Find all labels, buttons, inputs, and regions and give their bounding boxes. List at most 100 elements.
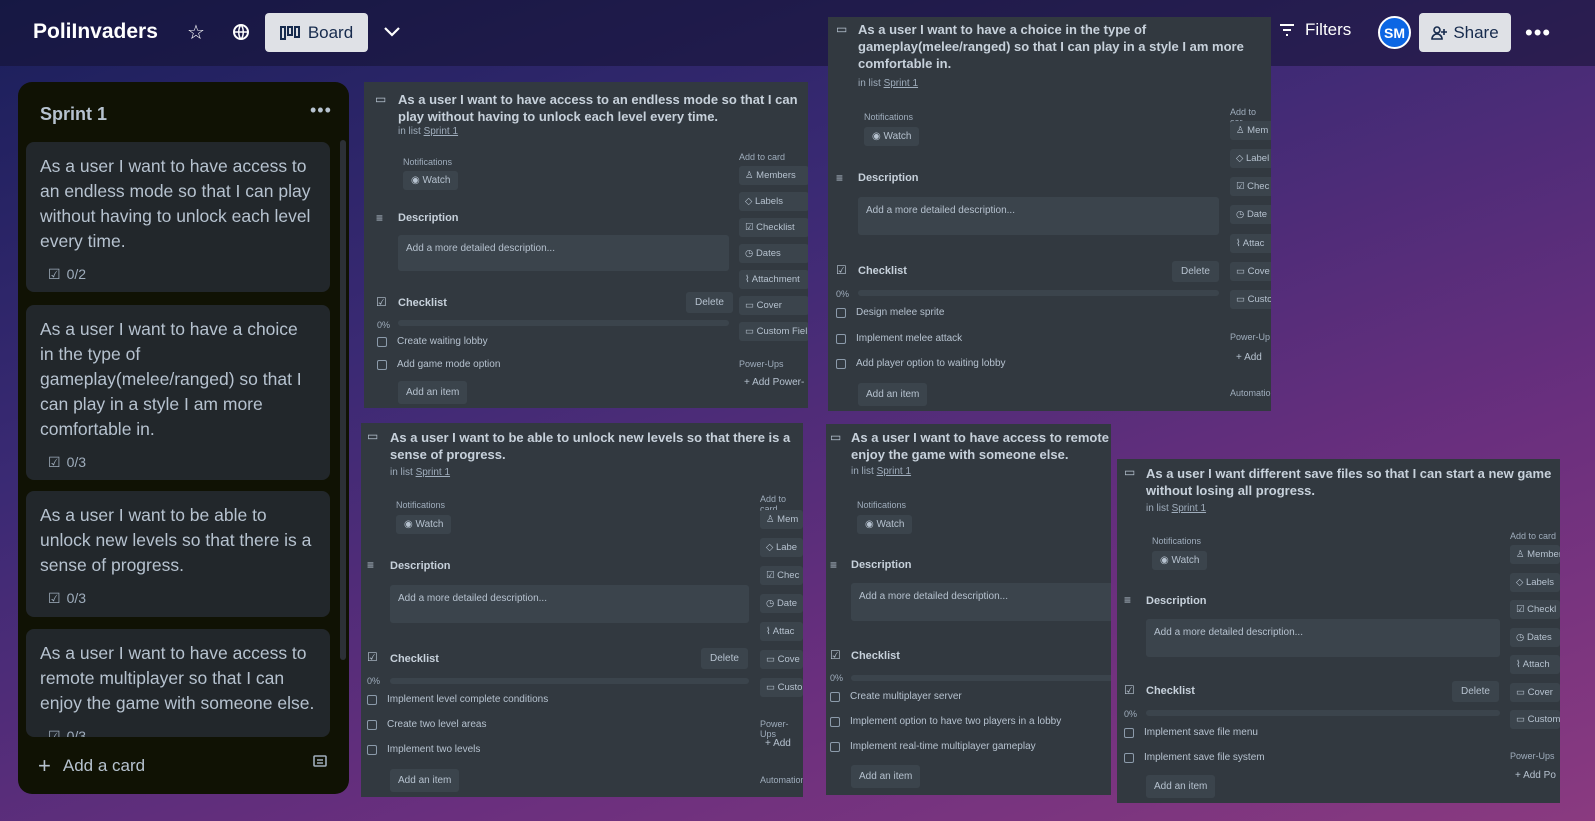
add-item-button[interactable]: Add an item bbox=[398, 381, 468, 404]
checklist-button[interactable]: ☑ Chec bbox=[760, 566, 803, 585]
description-input[interactable]: Add a more detailed description... bbox=[398, 235, 729, 271]
attachment-button[interactable]: ⌇ Attac bbox=[1230, 234, 1271, 253]
add-item-button[interactable]: Add an item bbox=[390, 769, 460, 792]
cover-button[interactable]: ▭ Cover bbox=[739, 296, 808, 315]
checkbox[interactable] bbox=[377, 359, 387, 370]
checklist-button[interactable]: ☑ Checkl bbox=[1510, 600, 1560, 619]
delete-checklist-button[interactable]: Delete bbox=[701, 648, 748, 669]
checklist-item[interactable]: Implement save file system bbox=[1124, 752, 1265, 763]
card-detail-title[interactable]: As a user I want to have access to an en… bbox=[398, 91, 803, 125]
custom-fields-button[interactable]: ▭ Custo bbox=[760, 678, 803, 697]
list-link[interactable]: Sprint 1 bbox=[884, 78, 918, 89]
cover-button[interactable]: ▭ Cove bbox=[760, 650, 803, 669]
chevron-down-icon[interactable] bbox=[380, 20, 404, 44]
members-button[interactable]: ♙ Mem bbox=[760, 510, 803, 529]
watch-button[interactable]: ◉ Watch bbox=[864, 127, 920, 146]
list-link[interactable]: Sprint 1 bbox=[1172, 503, 1206, 514]
cover-button[interactable]: ▭ Cove bbox=[1230, 262, 1271, 281]
checklist-item[interactable]: Implement option to have two players in … bbox=[830, 716, 1061, 727]
watch-button[interactable]: ◉ Watch bbox=[857, 515, 913, 534]
members-button[interactable]: ♙ Mem bbox=[1230, 121, 1271, 140]
list-link[interactable]: Sprint 1 bbox=[877, 466, 911, 477]
board-view-button[interactable]: Board bbox=[265, 13, 368, 52]
checkbox[interactable] bbox=[836, 333, 846, 344]
board-title[interactable]: PoliInvaders bbox=[33, 20, 158, 44]
card-detail-title[interactable]: As a user I want different save files so… bbox=[1146, 465, 1556, 499]
filters-button[interactable]: Filters bbox=[1279, 20, 1351, 40]
more-options-icon[interactable]: ••• bbox=[1525, 20, 1551, 46]
checklist-item[interactable]: Add player option to waiting lobby bbox=[836, 358, 1006, 369]
dates-button[interactable]: ◷ Date bbox=[760, 594, 803, 613]
checkbox[interactable] bbox=[1124, 727, 1134, 738]
card-detail-title[interactable]: As a user I want to have a choice in the… bbox=[858, 21, 1263, 72]
checklist-item[interactable]: Create waiting lobby bbox=[377, 336, 488, 347]
list-card[interactable]: As a user I want to be able to unlock ne… bbox=[26, 491, 330, 617]
custom-fields-button[interactable]: ▭ Custom bbox=[1510, 710, 1560, 729]
list-card[interactable]: As a user I want to have access to remot… bbox=[26, 629, 330, 737]
description-input[interactable]: Add a more detailed description... bbox=[390, 585, 749, 623]
checklist-item[interactable]: Implement level complete conditions bbox=[367, 694, 548, 705]
checklist-item[interactable]: Implement two levels bbox=[367, 744, 480, 755]
watch-button[interactable]: ◉ Watch bbox=[403, 171, 459, 190]
dates-button[interactable]: ◷ Dates bbox=[1510, 628, 1560, 647]
dates-button[interactable]: ◷ Dates bbox=[739, 244, 808, 263]
checklist-item[interactable]: Implement melee attack bbox=[836, 333, 962, 344]
checklist-item[interactable]: Design melee sprite bbox=[836, 307, 944, 318]
add-item-button[interactable]: Add an item bbox=[858, 383, 928, 406]
attachment-button[interactable]: ⌇ Attachment bbox=[739, 270, 808, 289]
custom-fields-button[interactable]: ▭ Custom Fiel bbox=[739, 322, 808, 341]
labels-button[interactable]: ◇ Labe bbox=[760, 538, 803, 557]
card-detail-title[interactable]: As a user I want to have access to remot… bbox=[851, 429, 1111, 463]
custom-fields-button[interactable]: ▭ Custo bbox=[1230, 290, 1271, 309]
delete-checklist-button[interactable]: Delete bbox=[1172, 261, 1219, 282]
checklist-item[interactable]: Implement real-time multiplayer gameplay bbox=[830, 741, 1036, 752]
add-power-up-button[interactable]: + Add bbox=[1236, 352, 1262, 363]
checkbox[interactable] bbox=[367, 719, 377, 730]
star-icon[interactable]: ☆ bbox=[184, 20, 208, 44]
globe-icon[interactable] bbox=[229, 20, 253, 44]
checkbox[interactable] bbox=[1124, 752, 1134, 763]
checkbox[interactable] bbox=[367, 744, 377, 755]
list-scrollbar[interactable] bbox=[340, 140, 346, 660]
avatar[interactable]: SM bbox=[1378, 16, 1411, 49]
members-button[interactable]: ♙ Members bbox=[1510, 545, 1560, 564]
members-button[interactable]: ♙ Members bbox=[739, 166, 808, 185]
attachment-button[interactable]: ⌇ Attach bbox=[1510, 655, 1560, 674]
watch-button[interactable]: ◉ Watch bbox=[1152, 551, 1208, 570]
card-detail-title[interactable]: As a user I want to be able to unlock ne… bbox=[390, 429, 800, 463]
description-input[interactable]: Add a more detailed description... bbox=[858, 197, 1219, 235]
list-title[interactable]: Sprint 1 bbox=[40, 104, 107, 125]
checkbox[interactable] bbox=[367, 694, 377, 705]
list-card[interactable]: As a user I want to have a choice in the… bbox=[26, 305, 330, 480]
add-card-button[interactable]: + Add a card bbox=[38, 753, 145, 779]
delete-checklist-button[interactable]: Delete bbox=[1452, 681, 1499, 702]
labels-button[interactable]: ◇ Labels bbox=[1510, 573, 1560, 592]
list-link[interactable]: Sprint 1 bbox=[416, 467, 450, 478]
list-card[interactable]: As a user I want to have access to an en… bbox=[26, 142, 330, 292]
checkbox[interactable] bbox=[836, 358, 846, 369]
checklist-item[interactable]: Create multiplayer server bbox=[830, 691, 962, 702]
checklist-item[interactable]: Implement save file menu bbox=[1124, 727, 1258, 738]
dates-button[interactable]: ◷ Date bbox=[1230, 205, 1271, 224]
add-item-button[interactable]: Add an item bbox=[851, 765, 921, 788]
template-icon[interactable] bbox=[312, 753, 328, 774]
checkbox[interactable] bbox=[836, 307, 846, 318]
add-item-button[interactable]: Add an item bbox=[1146, 775, 1216, 798]
checkbox[interactable] bbox=[377, 336, 387, 347]
checklist-button[interactable]: ☑ Chec bbox=[1230, 177, 1271, 196]
attachment-button[interactable]: ⌇ Attac bbox=[760, 622, 803, 641]
delete-checklist-button[interactable]: Delete bbox=[686, 292, 733, 313]
labels-button[interactable]: ◇ Labels bbox=[739, 192, 808, 211]
cover-button[interactable]: ▭ Cover bbox=[1510, 683, 1560, 702]
share-button[interactable]: Share bbox=[1419, 13, 1511, 52]
add-power-up-button[interactable]: + Add bbox=[765, 738, 791, 749]
add-power-up-button[interactable]: + Add Power- bbox=[744, 377, 804, 388]
description-input[interactable]: Add a more detailed description... bbox=[851, 583, 1111, 621]
checklist-button[interactable]: ☑ Checklist bbox=[739, 218, 808, 237]
watch-button[interactable]: ◉ Watch bbox=[396, 515, 452, 534]
checkbox[interactable] bbox=[830, 691, 840, 702]
labels-button[interactable]: ◇ Label bbox=[1230, 149, 1271, 168]
checklist-item[interactable]: Add game mode option bbox=[377, 359, 500, 370]
checklist-item[interactable]: Create two level areas bbox=[367, 719, 487, 730]
checkbox[interactable] bbox=[830, 716, 840, 727]
